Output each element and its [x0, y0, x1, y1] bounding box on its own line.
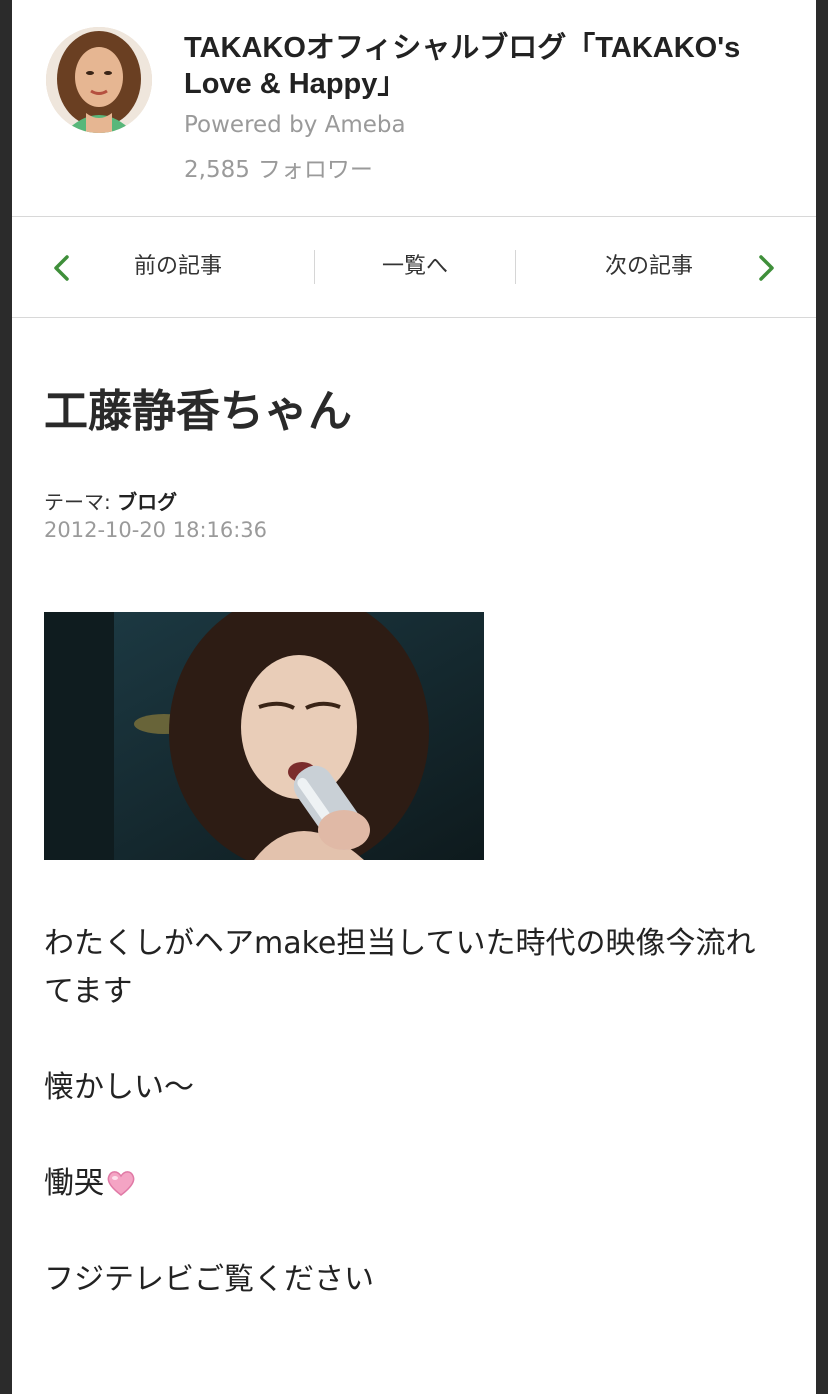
avatar-image — [46, 27, 152, 133]
post-paragraph: わたくしがヘアmake担当していた時代の映像今流れてます — [44, 926, 756, 1009]
post-paragraph-with-emoji: 慟哭 — [44, 1160, 784, 1208]
theme-label: テーマ: — [44, 490, 111, 514]
prev-article-link[interactable]: 前の記事 — [82, 217, 274, 317]
avatar[interactable] — [46, 27, 152, 133]
pink-heart-icon — [107, 1171, 135, 1196]
nav-separator — [515, 250, 516, 284]
powered-by: Powered by Ameba — [184, 112, 406, 138]
post-paragraph: 慟哭 — [44, 1166, 104, 1201]
chevron-left-icon[interactable] — [50, 254, 74, 282]
theme-link[interactable]: ブログ — [117, 490, 177, 514]
post-photo[interactable] — [44, 612, 484, 860]
article-list-link[interactable]: 一覧へ — [315, 217, 515, 317]
singer-photo — [44, 612, 484, 860]
chevron-right-icon[interactable] — [754, 254, 778, 282]
post-paragraph: 懐かしい〜 — [44, 1070, 194, 1105]
follower-count[interactable]: 2,585 フォロワー — [184, 150, 381, 184]
blog-title[interactable]: TAKAKOオフィシャルブログ「TAKAKO's Love & Happy」 — [184, 30, 784, 102]
follower-label: フォロワー — [257, 157, 373, 183]
post-theme: テーマ: ブログ — [44, 486, 177, 515]
article-nav: 前の記事 一覧へ 次の記事 — [12, 217, 816, 317]
follower-number: 2,585 — [184, 157, 250, 183]
divider — [12, 317, 816, 318]
next-article-link[interactable]: 次の記事 — [552, 217, 746, 317]
blog-page: TAKAKOオフィシャルブログ「TAKAKO's Love & Happy」 P… — [12, 0, 816, 1394]
post-date: 2012-10-20 18:16:36 — [44, 518, 268, 542]
post-title: 工藤静香ちゃん — [44, 386, 352, 437]
post-paragraph: フジテレビご覧ください — [44, 1262, 374, 1297]
blog-header: TAKAKOオフィシャルブログ「TAKAKO's Love & Happy」 P… — [12, 0, 816, 216]
